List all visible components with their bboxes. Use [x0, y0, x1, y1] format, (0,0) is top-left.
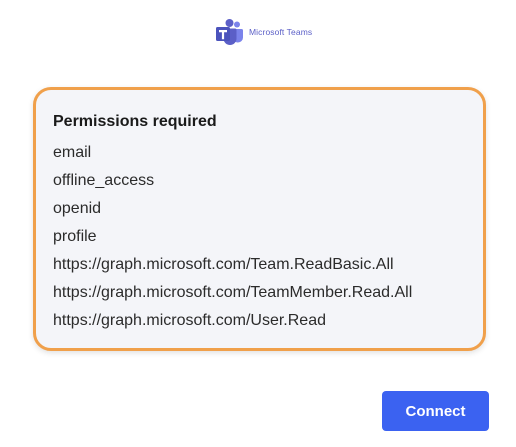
permission-item: offline_access — [53, 172, 155, 189]
permission-item: https://graph.microsoft.com/User.Read — [53, 312, 326, 329]
permission-item: profile — [53, 228, 97, 245]
permission-item: openid — [53, 200, 102, 217]
permission-item: https://graph.microsoft.com/Team.ReadBas… — [53, 256, 394, 273]
connect-button[interactable]: Connect — [382, 391, 489, 431]
permissions-card: Permissions required email offline_acces… — [33, 87, 486, 351]
brand-name: Microsoft Teams — [249, 27, 313, 37]
permissions-list: email offline_access openid profile http… — [53, 139, 483, 335]
permission-item: https://graph.microsoft.com/TeamMember.R… — [53, 284, 413, 301]
brand-header: Microsoft Teams — [215, 18, 312, 46]
permission-item: email — [53, 144, 92, 161]
microsoft-teams-logo-icon — [216, 19, 243, 45]
permissions-title: Permissions required — [53, 113, 217, 130]
